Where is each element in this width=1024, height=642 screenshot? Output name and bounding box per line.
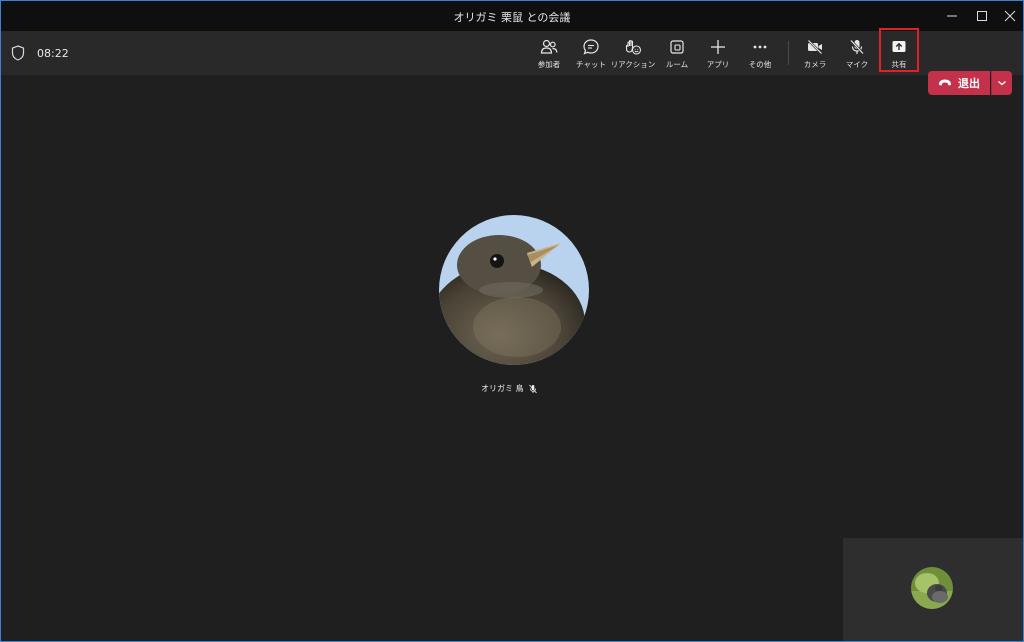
apps-button[interactable]: アプリ <box>697 33 739 73</box>
apps-label: アプリ <box>706 60 730 69</box>
mic-button[interactable]: マイク <box>836 33 878 73</box>
chevron-down-icon <box>998 81 1006 86</box>
minimize-button[interactable] <box>935 4 969 28</box>
camera-label: カメラ <box>803 60 827 69</box>
leave-label: 退出 <box>958 77 980 90</box>
maximize-icon <box>977 11 987 21</box>
rooms-button[interactable]: ルーム <box>656 33 698 73</box>
mic-off-icon <box>528 384 537 393</box>
participants-button[interactable]: 参加者 <box>528 33 570 73</box>
more-button[interactable]: その他 <box>739 33 781 73</box>
reactions-label: リアクション <box>610 60 656 69</box>
reactions-button[interactable]: リアクション <box>610 33 656 73</box>
people-icon <box>540 39 558 54</box>
toolbar-divider <box>788 41 789 65</box>
bird-photo <box>439 215 589 365</box>
chat-icon <box>583 39 599 55</box>
reactions-icon <box>625 40 642 55</box>
participant-name: オリガミ 鳥 <box>481 384 524 393</box>
leave-options-button[interactable] <box>991 71 1012 95</box>
close-icon <box>1004 10 1016 22</box>
participant-name-tag: オリガミ 鳥 <box>481 383 538 394</box>
shield-icon <box>11 45 25 61</box>
teams-meeting-window: オリガミ 栗鼠 との会議 08:22 参加者 チャット リアクション ルーム ア… <box>0 0 1024 642</box>
rooms-icon <box>670 40 684 54</box>
mic-label: マイク <box>845 60 869 69</box>
chat-button[interactable]: チャット <box>570 33 612 73</box>
participant-avatar <box>439 215 589 365</box>
camera-button[interactable]: カメラ <box>794 33 836 73</box>
more-label: その他 <box>748 60 772 69</box>
self-avatar <box>911 567 953 609</box>
participants-label: 参加者 <box>537 60 561 69</box>
hang-up-icon <box>939 79 951 86</box>
share-button-highlight <box>879 28 919 72</box>
meeting-timer: 08:22 <box>37 47 69 60</box>
rooms-label: ルーム <box>665 60 689 69</box>
self-avatar-photo <box>911 567 953 609</box>
title-bar: オリガミ 栗鼠 との会議 <box>1 1 1023 31</box>
camera-off-icon <box>807 39 823 55</box>
leave-button[interactable]: 退出 <box>928 71 990 95</box>
plus-icon <box>711 40 725 54</box>
meeting-toolbar: 08:22 参加者 チャット リアクション ルーム アプリ その他 カメラ マイ… <box>1 31 1023 95</box>
mic-off-icon <box>850 39 864 55</box>
close-button[interactable] <box>993 4 1023 28</box>
chat-label: チャット <box>576 60 606 69</box>
more-icon <box>753 45 767 49</box>
minimize-icon <box>947 15 957 17</box>
window-title: オリガミ 栗鼠 との会議 <box>453 11 571 24</box>
